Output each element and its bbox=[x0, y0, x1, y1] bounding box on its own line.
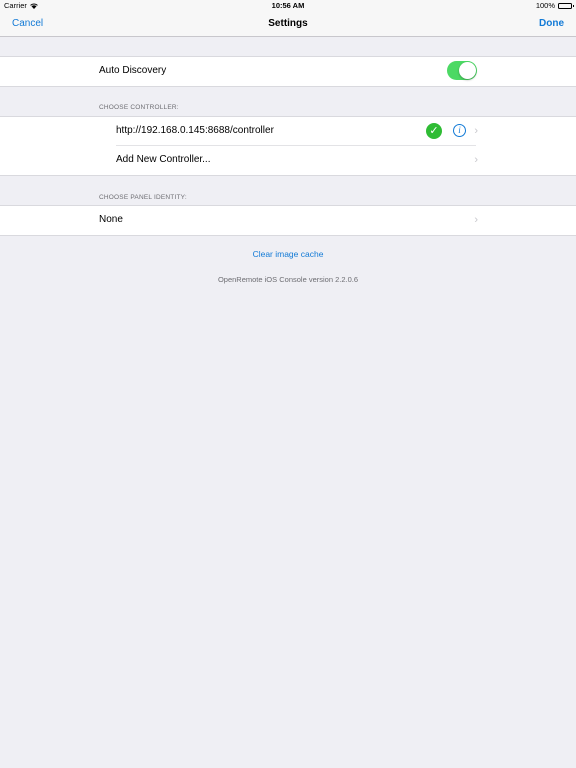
navigation-bar: Cancel Settings Done bbox=[0, 12, 576, 37]
controller-url-label: http://192.168.0.145:8688/controller bbox=[116, 125, 274, 136]
auto-discovery-row: Auto Discovery bbox=[0, 57, 576, 86]
clear-image-cache-button[interactable]: Clear image cache bbox=[0, 249, 576, 259]
status-right: 100% bbox=[535, 0, 574, 12]
panel-identity-row[interactable]: None › bbox=[0, 206, 576, 235]
chevron-right-icon: › bbox=[474, 214, 478, 226]
auto-discovery-group: Auto Discovery bbox=[0, 56, 576, 87]
checkmark-icon: ✓ bbox=[426, 123, 442, 139]
chevron-right-icon: › bbox=[474, 154, 478, 166]
choose-panel-identity-header: CHOOSE PANEL IDENTITY: bbox=[99, 194, 187, 201]
panel-identity-value: None bbox=[99, 214, 123, 225]
auto-discovery-label: Auto Discovery bbox=[99, 65, 167, 76]
controller-row[interactable]: http://192.168.0.145:8688/controller ✓ i… bbox=[0, 117, 576, 146]
info-icon[interactable]: i bbox=[453, 124, 466, 137]
battery-icon bbox=[558, 3, 574, 9]
toggle-knob bbox=[459, 62, 476, 79]
page-title: Settings bbox=[268, 18, 308, 29]
choose-controller-header: CHOOSE CONTROLLER: bbox=[99, 104, 179, 111]
panel-identity-group: None › bbox=[0, 205, 576, 236]
battery-percent: 100% bbox=[535, 1, 555, 10]
add-controller-label: Add New Controller... bbox=[116, 154, 211, 165]
status-bar: Carrier 10:56 AM 100% bbox=[0, 0, 576, 12]
done-button[interactable]: Done bbox=[539, 18, 564, 29]
controller-group: http://192.168.0.145:8688/controller ✓ i… bbox=[0, 116, 576, 176]
version-label: OpenRemote iOS Console version 2.2.0.6 bbox=[217, 275, 359, 284]
add-controller-row[interactable]: Add New Controller... › bbox=[0, 146, 576, 175]
auto-discovery-toggle[interactable] bbox=[447, 61, 477, 80]
status-time: 10:56 AM bbox=[271, 1, 305, 10]
chevron-right-icon: › bbox=[474, 125, 478, 137]
